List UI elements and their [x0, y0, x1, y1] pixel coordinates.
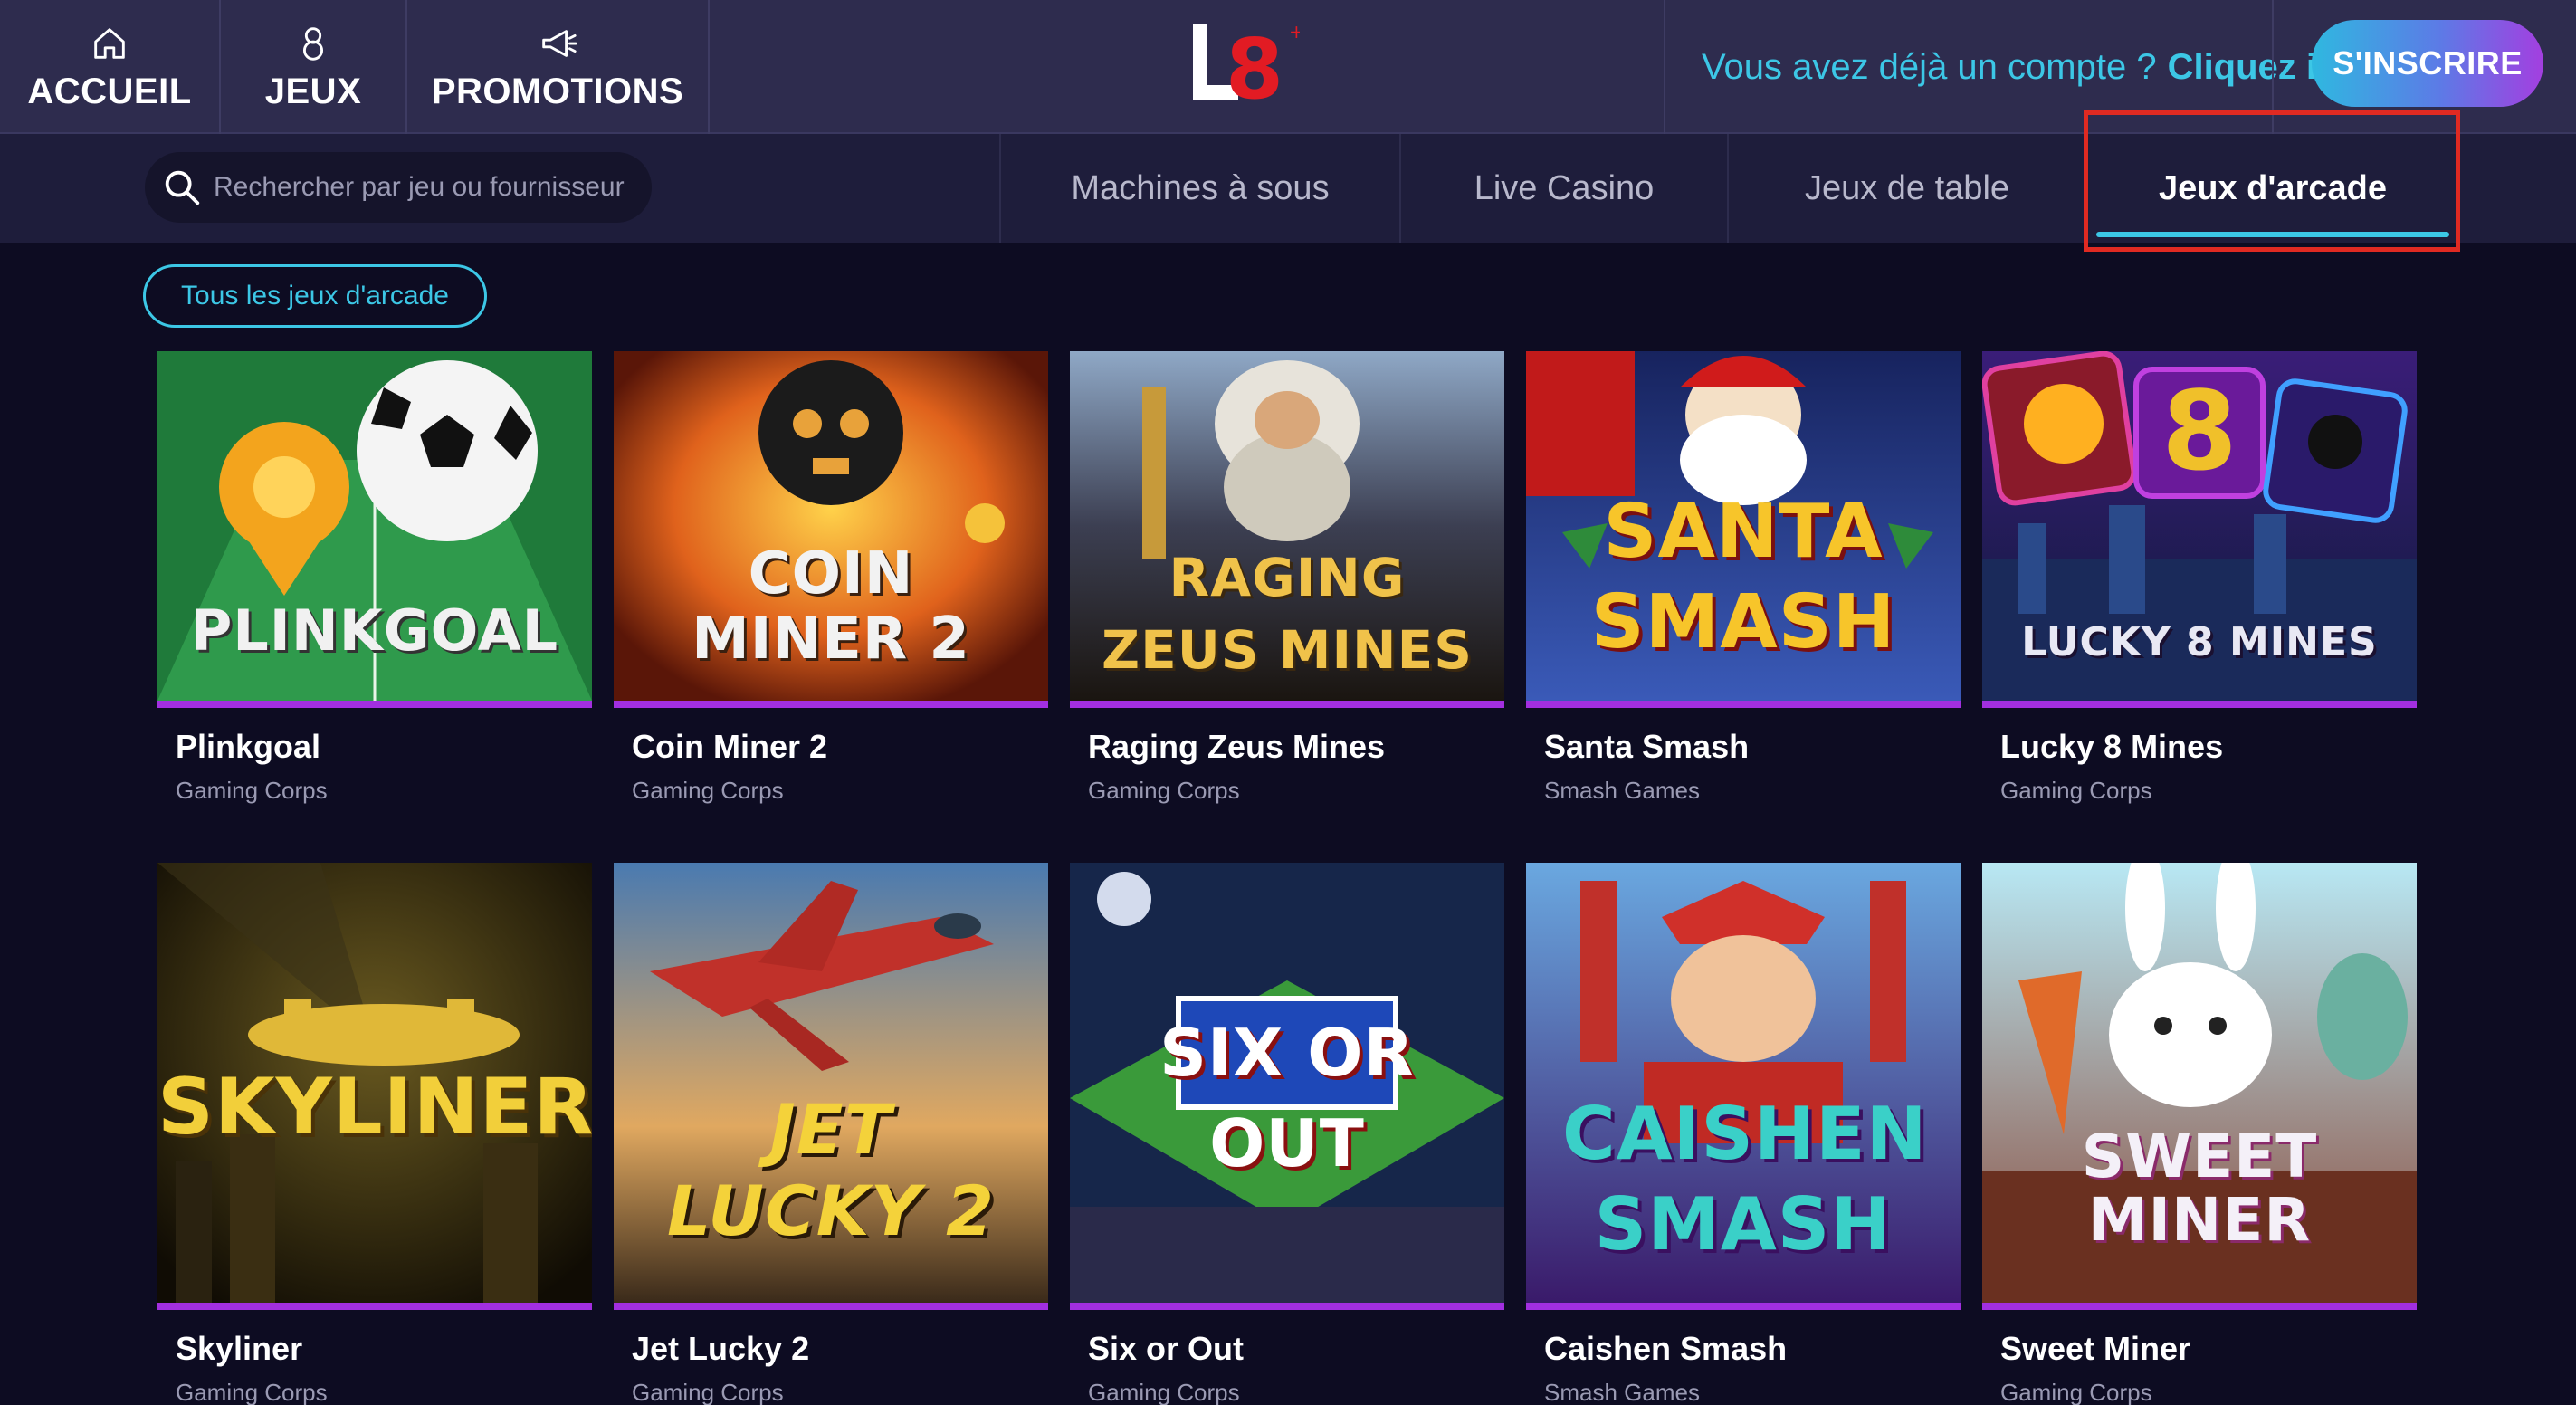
game-thumbnail[interactable]: 8 LUCKY 8 MINES: [1982, 351, 2417, 708]
game-thumbnail[interactable]: COIN MINER 2: [614, 351, 1048, 708]
game-thumbnail[interactable]: JET LUCKY 2: [614, 863, 1048, 1310]
game-provider: Gaming Corps: [632, 1379, 784, 1405]
game-card-raging-zeus-mines[interactable]: RAGING ZEUS MINES Raging Zeus Mines Gami…: [1070, 351, 1504, 805]
game-name: Sweet Miner: [2000, 1330, 2191, 1367]
thumbnail-title: SWEET MINER: [2081, 1122, 2318, 1255]
game-card-skyliner[interactable]: SKYLINER Skyliner Gaming Corps: [157, 863, 592, 1405]
game-name: Coin Miner 2: [632, 728, 828, 765]
game-provider: Gaming Corps: [176, 777, 328, 804]
game-name: Raging Zeus Mines: [1088, 728, 1386, 765]
nav-jeux-label: JEUX: [264, 71, 362, 111]
category-bar: Machines à sous Live Casino Jeux de tabl…: [0, 134, 2576, 243]
game-provider: Smash Games: [1544, 1379, 1700, 1405]
svg-text:8: 8: [2161, 369, 2237, 495]
game-thumbnail[interactable]: PLINKGOAL: [157, 351, 592, 708]
game-card-sweet-miner[interactable]: SWEET MINER Sweet Miner Gaming Corps: [1982, 863, 2417, 1405]
game-thumbnail[interactable]: SKYLINER: [157, 863, 592, 1310]
game-thumbnail[interactable]: SANTA SMASH: [1526, 351, 1961, 708]
search-icon: [165, 170, 200, 205]
tab-machines-a-sous[interactable]: Machines à sous: [999, 134, 1399, 243]
site-logo[interactable]: 8 +: [1191, 18, 1304, 118]
game-card-coin-miner-2[interactable]: COIN MINER 2 Coin Miner 2 Gaming Corps: [614, 351, 1048, 805]
game-provider: Gaming Corps: [176, 1379, 328, 1405]
header-divider: [1664, 0, 1665, 134]
thumbnail-title: JET LUCKY 2: [666, 1089, 996, 1251]
game-name: Six or Out: [1088, 1330, 1245, 1367]
game-name: Santa Smash: [1544, 728, 1750, 765]
home-icon: [94, 27, 125, 59]
game-name: Plinkgoal: [176, 728, 321, 765]
game-card-plinkgoal[interactable]: PLINKGOAL Plinkgoal Gaming Corps: [157, 351, 592, 805]
game-provider: Gaming Corps: [632, 777, 784, 804]
game-provider: Gaming Corps: [1088, 777, 1240, 804]
eight-ball-icon: [302, 26, 324, 61]
game-card-santa-smash[interactable]: SANTA SMASH Santa Smash Smash Games: [1526, 351, 1961, 805]
thumbnail-title: SANTA SMASH: [1590, 489, 1896, 665]
top-header: ACCUEIL JEUX PROMOTIONS 8 + Vous avez dé…: [0, 0, 2576, 134]
search-box[interactable]: [145, 152, 652, 223]
nav-promotions[interactable]: PROMOTIONS: [407, 0, 710, 134]
tab-jeux-darcade[interactable]: Jeux d'arcade: [2085, 134, 2458, 243]
search-input[interactable]: [214, 172, 639, 203]
game-provider: Gaming Corps: [2000, 1379, 2152, 1405]
account-prompt-text: Vous avez déjà un compte ?: [1702, 46, 2157, 87]
game-thumbnail[interactable]: SIX OR OUT: [1070, 863, 1504, 1310]
megaphone-icon: [542, 29, 577, 57]
signup-button[interactable]: S'INSCRIRE: [2312, 20, 2543, 107]
thumbnail-title: RAGING ZEUS MINES: [1102, 547, 1473, 681]
svg-text:+: +: [1289, 21, 1300, 43]
game-thumbnail[interactable]: SWEET MINER: [1982, 863, 2417, 1310]
game-provider: Smash Games: [1544, 777, 1700, 804]
nav-jeux[interactable]: JEUX: [221, 0, 407, 134]
game-card-jet-lucky-2[interactable]: JET LUCKY 2 Jet Lucky 2 Gaming Corps: [614, 863, 1048, 1405]
game-thumbnail[interactable]: CAISHEN SMASH: [1526, 863, 1961, 1310]
thumbnail-title: CAISHEN SMASH: [1562, 1092, 1928, 1266]
filter-all-arcade-games[interactable]: Tous les jeux d'arcade: [143, 264, 487, 328]
game-provider: Gaming Corps: [1088, 1379, 1240, 1405]
game-provider: Gaming Corps: [2000, 777, 2152, 804]
thumbnail-title: SKYLINER: [157, 1062, 592, 1152]
active-tab-indicator: [2096, 232, 2449, 237]
game-card-six-or-out[interactable]: SIX OR OUT Six or Out Gaming Corps: [1070, 863, 1504, 1405]
account-prompt: Vous avez déjà un compte ? Cliquez ici: [1702, 40, 2346, 94]
thumbnail-title: COIN MINER 2: [692, 540, 970, 673]
tab-jeux-de-table[interactable]: Jeux de table: [1727, 134, 2085, 243]
nav-accueil[interactable]: ACCUEIL: [0, 0, 221, 134]
game-card-lucky-8-mines[interactable]: 8 LUCKY 8 MINES Lucky 8 Mines Gaming Cor…: [1982, 351, 2417, 805]
header-divider: [2272, 0, 2274, 134]
nav-accueil-label: ACCUEIL: [27, 71, 192, 111]
game-thumbnail[interactable]: RAGING ZEUS MINES: [1070, 351, 1504, 708]
game-name: Lucky 8 Mines: [2000, 728, 2224, 765]
tab-jeux-darcade-label: Jeux d'arcade: [2159, 168, 2387, 207]
thumbnail-title: SIX OR OUT: [1159, 1015, 1415, 1181]
game-card-caishen-smash[interactable]: CAISHEN SMASH Caishen Smash Smash Games: [1526, 863, 1961, 1405]
svg-text:8: 8: [1226, 21, 1283, 109]
thumbnail-title: LUCKY 8 MINES: [2021, 619, 2378, 665]
thumbnail-title: PLINKGOAL: [190, 597, 559, 664]
nav-promotions-label: PROMOTIONS: [431, 71, 684, 111]
tab-live-casino[interactable]: Live Casino: [1399, 134, 1727, 243]
game-name: Skyliner: [176, 1330, 303, 1367]
game-name: Jet Lucky 2: [632, 1330, 810, 1367]
game-name: Caishen Smash: [1544, 1330, 1788, 1367]
